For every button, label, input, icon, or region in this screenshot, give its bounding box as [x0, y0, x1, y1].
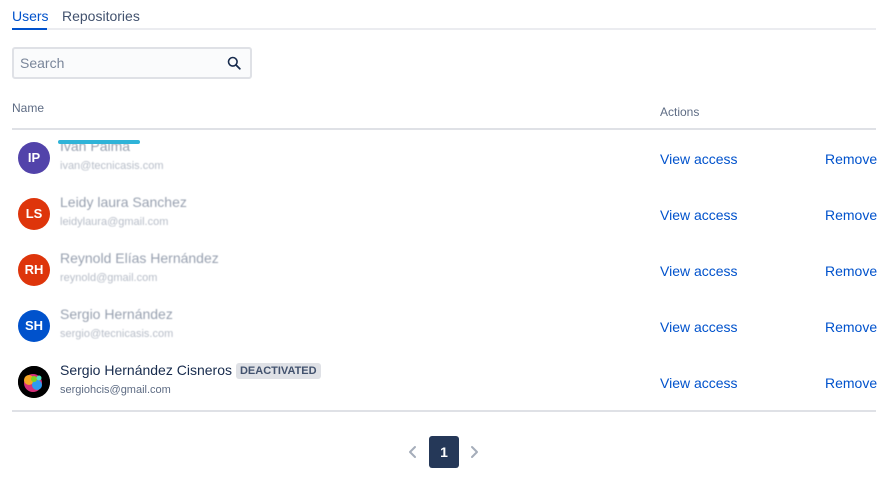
redaction-mark [58, 140, 140, 144]
avatar [18, 366, 50, 398]
avatar: SH [18, 310, 50, 342]
table-row: SH Sergio Hernández sergio@tecnicasis.co… [12, 298, 877, 354]
avatar-image [18, 366, 50, 398]
table-row: Sergio Hernández Cisneros DEACTIVATED ser… [12, 354, 877, 410]
search-box [12, 47, 252, 79]
user-name: Sergio Hernández Cisneros DEACTIVATED [60, 361, 321, 379]
user-name: Reynold Elías Hernández [60, 250, 219, 266]
chevron-right-icon[interactable] [467, 444, 481, 460]
table-footer-divider [12, 410, 876, 412]
page-number-button[interactable]: 1 [429, 436, 459, 468]
remove-link[interactable]: Remove [825, 206, 877, 224]
table-row: RH Reynold Elías Hernández reynold@gmail… [12, 242, 877, 298]
view-access-link[interactable]: View access [660, 318, 738, 336]
user-email: sergio@tecnicasis.com [60, 328, 174, 340]
remove-link[interactable]: Remove [825, 318, 877, 336]
view-access-link[interactable]: View access [660, 262, 738, 280]
search-input[interactable] [20, 54, 220, 72]
status-badge: DEACTIVATED [235, 363, 321, 379]
remove-link[interactable]: Remove [825, 262, 877, 280]
avatar: RH [18, 254, 50, 286]
active-tab-indicator [12, 28, 47, 30]
tab-repositories[interactable]: Repositories [62, 7, 140, 25]
user-name: Sergio Hernández [60, 306, 173, 322]
page: Users Repositories Name Actions IP Ivan … [0, 0, 892, 479]
avatar: IP [18, 142, 50, 174]
user-name: Leidy laura Sanchez [60, 194, 187, 210]
column-header-actions: Actions [660, 105, 700, 119]
user-email: reynold@gmail.com [60, 272, 158, 284]
table-row: IP Ivan Palma ivan@tecnicasis.com View a… [12, 130, 877, 186]
chevron-left-icon[interactable] [406, 444, 420, 460]
view-access-link[interactable]: View access [660, 206, 738, 224]
view-access-link[interactable]: View access [660, 374, 738, 392]
user-email: leidylaura@gmail.com [60, 216, 169, 228]
search-icon[interactable] [227, 56, 241, 70]
tab-bar: Users Repositories [12, 0, 876, 30]
user-name-text: Sergio Hernández Cisneros [60, 362, 232, 378]
user-email: sergiohcis@gmail.com [60, 384, 171, 396]
view-access-link[interactable]: View access [660, 150, 738, 168]
tab-users[interactable]: Users [12, 7, 49, 25]
remove-link[interactable]: Remove [825, 150, 877, 168]
remove-link[interactable]: Remove [825, 374, 877, 392]
column-header-name: Name [12, 101, 45, 115]
user-email: ivan@tecnicasis.com [60, 160, 164, 172]
table-row: LS Leidy laura Sanchez leidylaura@gmail.… [12, 186, 877, 242]
avatar: LS [18, 198, 50, 230]
